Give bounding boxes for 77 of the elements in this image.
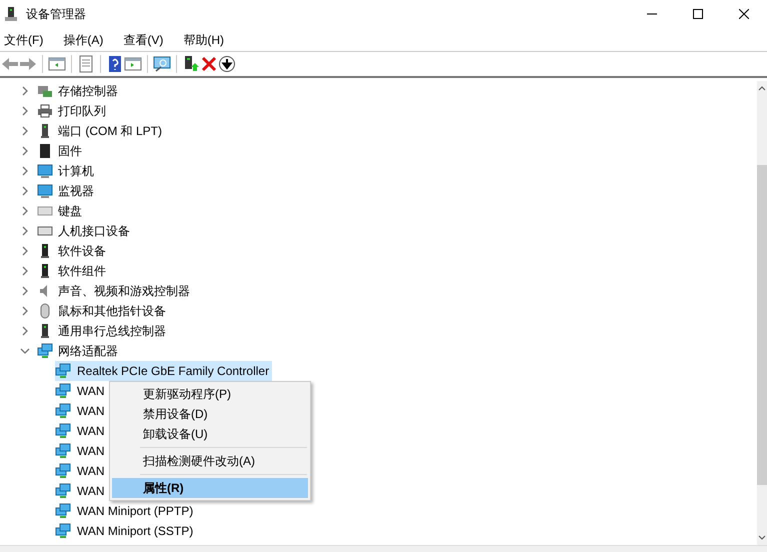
- tree-category[interactable]: 存储控制器: [58, 82, 118, 100]
- network-adapter-icon: [55, 363, 71, 379]
- update-driver-icon[interactable]: [182, 55, 200, 73]
- tree-category[interactable]: 打印队列: [58, 102, 106, 120]
- device-item[interactable]: WAN: [55, 381, 108, 401]
- network-adapter-icon: [55, 443, 71, 459]
- chevron-right-icon[interactable]: [20, 306, 30, 316]
- tree-category[interactable]: 网络适配器: [58, 342, 118, 360]
- device-item[interactable]: WAN: [55, 481, 108, 501]
- chevron-right-icon[interactable]: [20, 126, 30, 136]
- context-menu-item[interactable]: 卸载设备(U): [112, 424, 308, 444]
- window-title: 设备管理器: [26, 6, 86, 23]
- close-icon[interactable]: [739, 9, 749, 19]
- scroll-down-icon[interactable]: [758, 534, 766, 542]
- device-item[interactable]: WAN: [55, 421, 108, 441]
- menu-item[interactable]: 文件(F): [0, 30, 48, 48]
- network-adapter-icon: [55, 423, 71, 439]
- help-icon[interactable]: [106, 55, 124, 73]
- tree-category[interactable]: 人机接口设备: [58, 222, 130, 240]
- tree-category[interactable]: 端口 (COM 和 LPT): [58, 122, 162, 140]
- menu-item[interactable]: 操作(A): [59, 30, 108, 48]
- chevron-right-icon[interactable]: [20, 246, 30, 256]
- tree-category[interactable]: 软件组件: [58, 262, 106, 280]
- network-adapter-icon: [55, 483, 71, 499]
- monitor-icon: [37, 183, 53, 199]
- back-arrow-icon[interactable]: [1, 55, 19, 73]
- tree-category[interactable]: 计算机: [58, 162, 94, 180]
- tree-category[interactable]: 声音、视频和游戏控制器: [58, 282, 190, 300]
- network-adapter-icon: [55, 523, 71, 539]
- chevron-right-icon[interactable]: [20, 166, 30, 176]
- device-item[interactable]: WAN: [55, 441, 108, 461]
- panel-icon[interactable]: [124, 55, 142, 73]
- menu-item[interactable]: 查看(V): [119, 30, 168, 48]
- chevron-right-icon[interactable]: [20, 266, 30, 276]
- download-circle-icon[interactable]: [218, 55, 236, 73]
- scrollbar-thumb[interactable]: [757, 165, 767, 485]
- device-item[interactable]: WAN: [55, 401, 108, 421]
- device-item[interactable]: WAN: [55, 461, 108, 481]
- device-item[interactable]: WAN Miniport (PPTP): [55, 501, 196, 521]
- remove-icon[interactable]: [200, 55, 218, 73]
- context-menu-item[interactable]: 扫描检测硬件改动(A): [112, 451, 308, 471]
- device-manager-icon: [3, 6, 19, 22]
- network-adapter-icon: [55, 463, 71, 479]
- chevron-right-icon[interactable]: [20, 286, 30, 296]
- computer-icon: [37, 163, 53, 179]
- tree-category[interactable]: 键盘: [58, 202, 82, 220]
- context-menu-item[interactable]: 更新驱动程序(P): [112, 384, 308, 404]
- network-adapter-icon: [55, 503, 71, 519]
- context-menu-item[interactable]: 禁用设备(D): [112, 404, 308, 424]
- panel-icon[interactable]: [48, 55, 66, 73]
- chevron-right-icon[interactable]: [20, 106, 30, 116]
- scrollbar[interactable]: [757, 81, 767, 545]
- chevron-right-icon[interactable]: [20, 226, 30, 236]
- maximize-icon[interactable]: [693, 9, 703, 19]
- scroll-up-icon[interactable]: [758, 84, 766, 92]
- chevron-right-icon[interactable]: [20, 186, 30, 196]
- tree-category[interactable]: 软件设备: [58, 242, 106, 260]
- tree-category[interactable]: 监视器: [58, 182, 94, 200]
- chevron-down-icon[interactable]: [20, 346, 30, 356]
- device-item[interactable]: WAN Miniport (SSTP): [55, 521, 196, 541]
- chevron-right-icon[interactable]: [20, 326, 30, 336]
- menu-item[interactable]: 帮助(H): [179, 30, 228, 48]
- chevron-right-icon[interactable]: [20, 146, 30, 156]
- network-adapter-icon: [55, 403, 71, 419]
- forward-arrow-icon[interactable]: [19, 55, 37, 73]
- context-menu-item[interactable]: 属性(R): [112, 478, 308, 498]
- tree-category[interactable]: 鼠标和其他指针设备: [58, 302, 166, 320]
- network-icon: [37, 343, 53, 359]
- monitor-scan-icon[interactable]: [153, 55, 171, 73]
- printer-icon: [37, 103, 53, 119]
- tree-category[interactable]: 通用串行总线控制器: [58, 322, 166, 340]
- device-item[interactable]: Realtek PCIe GbE Family Controller: [55, 361, 272, 381]
- tree-category[interactable]: 固件: [58, 142, 82, 160]
- chevron-right-icon[interactable]: [20, 86, 30, 96]
- chevron-right-icon[interactable]: [20, 206, 30, 216]
- properties-icon[interactable]: [77, 55, 95, 73]
- network-adapter-icon: [55, 383, 71, 399]
